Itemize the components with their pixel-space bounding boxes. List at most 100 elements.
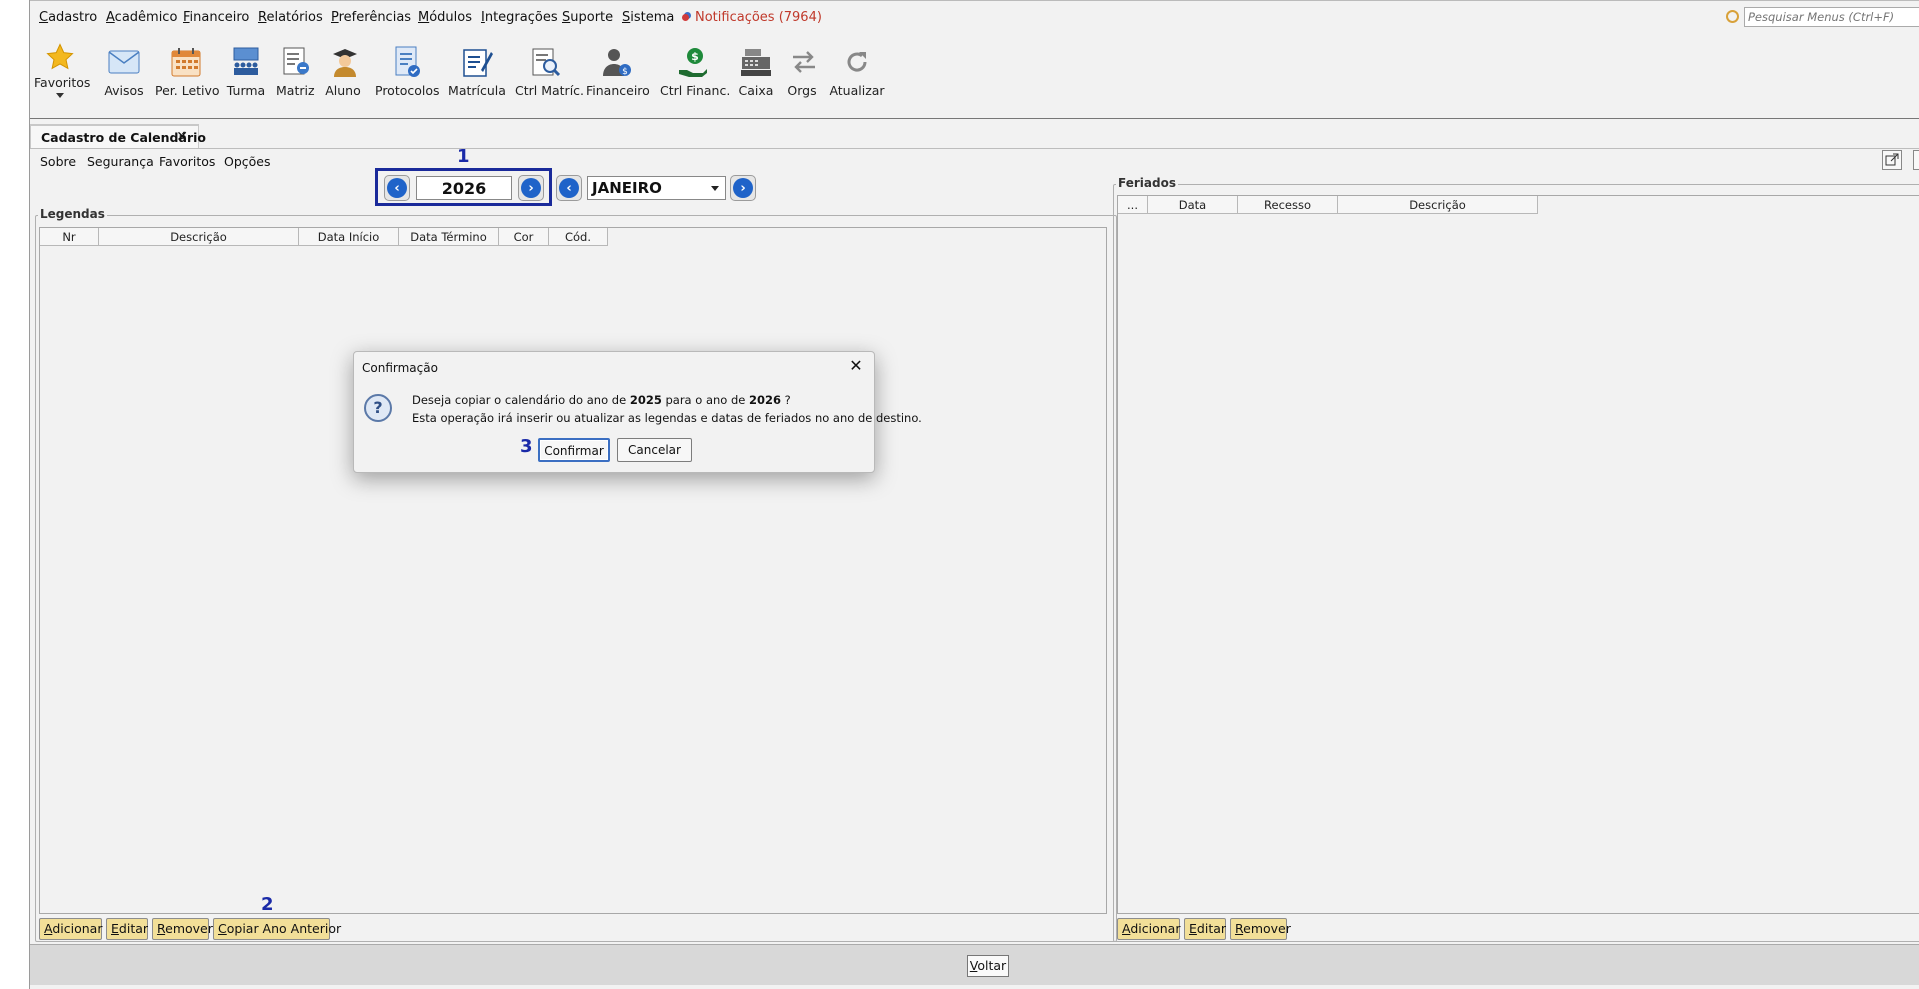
maximize-icon[interactable] [1913, 150, 1919, 170]
toolbar-ctrl-matric-button[interactable]: Ctrl Matríc. [515, 42, 585, 98]
toolbar-atualizar-label: Atualizar [829, 83, 885, 98]
submenu-favoritos[interactable]: Favoritos [159, 154, 215, 169]
toolbar-turma-button[interactable]: Turma [226, 42, 266, 98]
submenu-sobre[interactable]: Sobre [40, 154, 76, 169]
toolbar-orgs-button[interactable]: Orgs [784, 42, 820, 98]
year-prev-button[interactable]: ‹ [384, 175, 410, 201]
notifications-label: Notificações (7964) [695, 10, 822, 25]
toolbar-aluno-button[interactable]: Aluno [325, 42, 361, 98]
tab-cadastro-calendario[interactable]: Cadastro de Calendário ✕ [30, 124, 206, 148]
feriados-table[interactable]: ... Data Recesso Descrição [1117, 195, 1919, 914]
detach-window-icon[interactable] [1882, 150, 1902, 170]
col-data-termino[interactable]: Data Término [399, 228, 499, 246]
year-next-button[interactable]: › [518, 175, 544, 201]
chevron-left-icon: ‹ [387, 178, 407, 198]
close-tab-icon[interactable]: ✕ [176, 129, 188, 145]
menu-modulos[interactable]: Módulos [418, 10, 472, 25]
feriados-header: ... Data Recesso Descrição [1118, 196, 1538, 214]
menu-relatorios[interactable]: Relatórios [258, 10, 323, 25]
month-next-button[interactable]: › [730, 175, 756, 201]
toolbar-avisos-button[interactable]: Avisos [102, 42, 146, 98]
month-select[interactable]: JANEIRO [587, 176, 726, 200]
voltar-button[interactable]: Voltar [967, 955, 1009, 977]
swap-arrows-icon [784, 42, 824, 82]
toolbar-ctrl-matric-label: Ctrl Matríc. [515, 83, 585, 98]
col-descricao[interactable]: Descrição [99, 228, 299, 246]
toolbar-financeiro-button[interactable]: $ Financeiro [586, 42, 650, 98]
enrollment-icon [457, 42, 497, 82]
col-recesso[interactable]: Recesso [1238, 196, 1338, 214]
document-search-icon [526, 42, 566, 82]
toolbar-atualizar-button[interactable]: Atualizar [829, 42, 885, 98]
feriados-panel: Feriados ... Data Recesso Descrição Adic… [1113, 176, 1919, 942]
confirmation-dialog: Confirmação ✕ ? Deseja copiar o calendár… [353, 351, 922, 473]
year-field[interactable]: 2026 [416, 176, 512, 200]
feriados-editar-button[interactable]: Editar [1184, 918, 1226, 940]
legendas-adicionar-button[interactable]: Adicionar [39, 918, 102, 940]
menu-sistema[interactable]: Sistema [622, 10, 674, 25]
col-cor[interactable]: Cor [499, 228, 549, 246]
toolbar-per-letivo-button[interactable]: Per. Letivo [155, 42, 220, 98]
col-data[interactable]: Data [1148, 196, 1238, 214]
star-icon [40, 40, 80, 74]
toolbar-favoritos-label: Favoritos [34, 75, 91, 90]
dialog-text-b: para o ano de [661, 393, 750, 407]
submenu-seguranca[interactable]: Segurança [87, 154, 154, 169]
toolbar-caixa-button[interactable]: Caixa [736, 42, 776, 98]
confirm-button[interactable]: Confirmar [538, 438, 610, 462]
toolbar-protocolos-button[interactable]: Protocolos [375, 42, 440, 98]
menu-search [1726, 7, 1919, 27]
refresh-icon [837, 42, 877, 82]
feriados-remover-button[interactable]: Remover [1230, 918, 1291, 940]
col-nr[interactable]: Nr [40, 228, 99, 246]
col-descricao-feriado[interactable]: Descrição [1338, 196, 1538, 214]
col-cod[interactable]: Cód. [549, 228, 608, 246]
month-prev-button[interactable]: ‹ [556, 175, 582, 201]
toolbar-ctrl-financ-label: Ctrl Financ. [660, 83, 731, 98]
feriados-adicionar-button[interactable]: Adicionar [1117, 918, 1180, 940]
toolbar-matricula-button[interactable]: Matrícula [447, 42, 507, 98]
toolbar-financeiro-label: Financeiro [586, 83, 650, 98]
toolbar-favoritos-button[interactable]: Favoritos [34, 40, 91, 98]
copiar-ano-anterior-button[interactable]: Copiar Ano Anterior [213, 918, 341, 940]
dialog-question: Deseja copiar o calendário do ano de 202… [412, 393, 791, 407]
col-data-inicio[interactable]: Data Início [299, 228, 399, 246]
protocol-icon [387, 42, 427, 82]
student-icon [325, 42, 365, 82]
menu-financeiro[interactable]: Financeiro [183, 10, 249, 25]
menu-preferencias[interactable]: Preferências [331, 10, 411, 25]
legendas-title: Legendas [38, 207, 107, 221]
toolbar-per-letivo-label: Per. Letivo [155, 83, 220, 98]
screen-menu: Sobre Segurança Favoritos Opções [30, 150, 1919, 174]
legendas-panel: Legendas Nr Descrição Data Início Data T… [35, 207, 1117, 942]
toolbar-avisos-label: Avisos [104, 83, 144, 98]
toolbar-turma-label: Turma [226, 83, 266, 98]
svg-text:$: $ [622, 67, 628, 77]
legendas-remover-button[interactable]: Remover [152, 918, 213, 940]
toolbar-aluno-label: Aluno [325, 83, 361, 98]
search-input[interactable] [1744, 7, 1919, 27]
col-select[interactable]: ... [1118, 196, 1148, 214]
dialog-description: Esta operação irá inserir ou atualizar a… [412, 411, 922, 425]
annotation-3: 3 [520, 436, 533, 457]
chevron-left-icon: ‹ [559, 178, 579, 198]
toolbar-ctrl-financ-button[interactable]: $ Ctrl Financ. [660, 42, 731, 98]
menu-cadastro[interactable]: Cadastro [39, 10, 97, 25]
matrix-document-icon [276, 42, 316, 82]
calendar-icon [166, 42, 206, 82]
legendas-editar-button[interactable]: Editar [106, 918, 148, 940]
finance-person-icon: $ [597, 42, 637, 82]
menu-suporte[interactable]: Suporte [562, 10, 613, 25]
dialog-text-c: ? [781, 393, 791, 407]
legendas-header: Nr Descrição Data Início Data Término Co… [40, 228, 608, 246]
close-icon[interactable]: ✕ [846, 356, 866, 376]
menu-integracoes[interactable]: Integrações [481, 10, 558, 25]
submenu-opcoes[interactable]: Opções [224, 154, 271, 169]
menu-academico[interactable]: Acadêmico [106, 10, 177, 25]
notification-icon [682, 14, 689, 21]
toolbar-matriz-button[interactable]: Matriz [276, 42, 316, 98]
notifications-link[interactable]: Notificações (7964) [682, 10, 822, 25]
cancel-button[interactable]: Cancelar [617, 438, 692, 462]
legendas-table[interactable]: Nr Descrição Data Início Data Término Co… [39, 227, 1107, 914]
tab-strip: Cadastro de Calendário ✕ [30, 124, 1919, 149]
